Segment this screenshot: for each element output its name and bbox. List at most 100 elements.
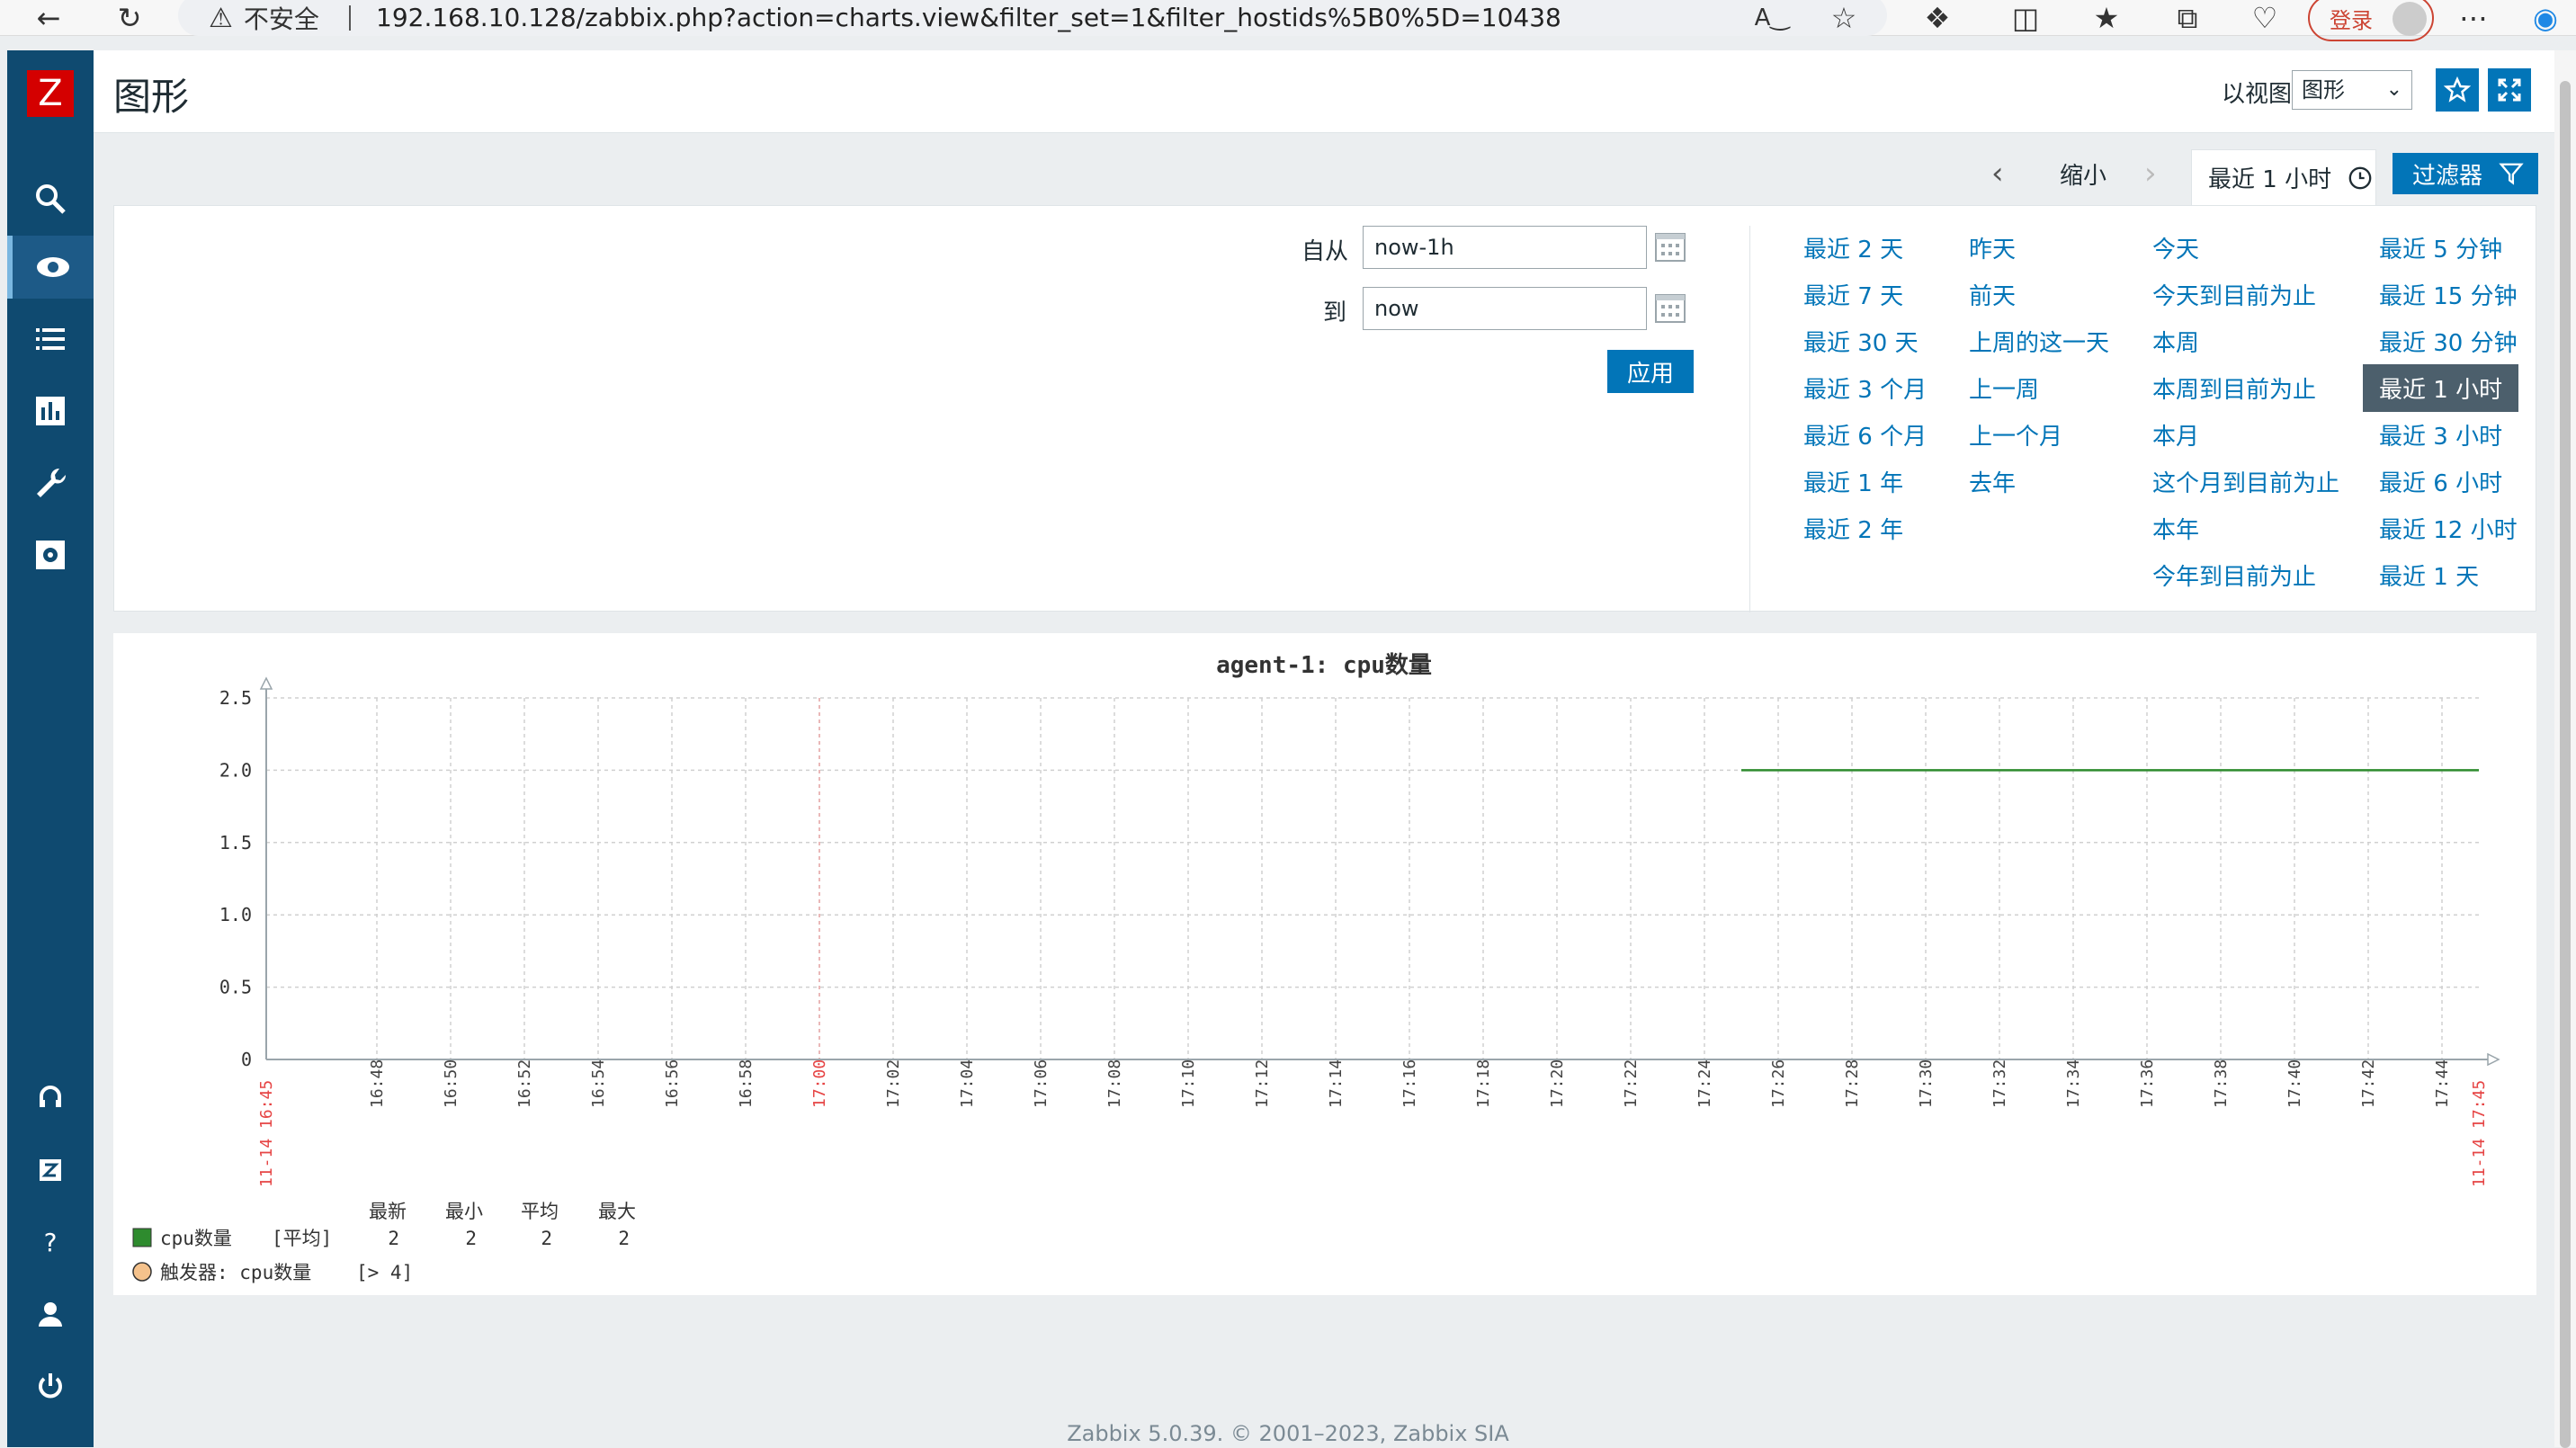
copilot-icon[interactable]: ◉ (2527, 0, 2563, 36)
from-input[interactable]: now-1h (1363, 226, 1647, 269)
quick-range-link[interactable]: 本月 (2152, 418, 2199, 451)
y-tick-label: 1.5 (219, 832, 252, 854)
x-tick-label: 16:58 (737, 1059, 756, 1108)
x-tick-label: 17:22 (1622, 1059, 1641, 1108)
quick-range-link[interactable]: 今天 (2152, 231, 2199, 264)
quick-range-link[interactable]: 今年到目前为止 (2152, 559, 2316, 592)
quick-range-link[interactable]: 最近 6 个月 (1803, 418, 1927, 451)
quick-range-link[interactable]: 最近 30 分钟 (2379, 325, 2518, 358)
x-tick-label: 17:34 (2064, 1059, 2083, 1108)
y-axis-arrow (259, 676, 273, 690)
split-screen-icon[interactable]: ◫ (2008, 0, 2044, 36)
support-headset-icon[interactable] (7, 1067, 94, 1130)
inventory-list-icon[interactable] (7, 308, 94, 371)
reports-chart-icon[interactable] (7, 380, 94, 442)
quick-range-link[interactable]: 最近 7 天 (1803, 278, 1903, 311)
favorite-star-icon[interactable]: ☆ (1826, 0, 1862, 36)
quick-range-selected[interactable]: 最近 1 小时 (2363, 364, 2519, 412)
x-tick-label: 17:12 (1253, 1059, 1272, 1108)
view-as-select[interactable]: 图形 ⌄ (2292, 70, 2412, 110)
add-to-favorites-button[interactable] (2436, 68, 2479, 112)
monitoring-eye-icon[interactable] (7, 236, 94, 299)
quick-range-link[interactable]: 最近 3 个月 (1803, 371, 1927, 405)
read-aloud-icon[interactable]: A‿ (1754, 0, 1790, 36)
x-tick-label: 17:32 (1990, 1059, 2009, 1108)
legend-header-max: 最大 (598, 1201, 636, 1222)
quick-range-link[interactable]: 本年 (2152, 512, 2199, 545)
page-scrollbar[interactable] (2554, 50, 2576, 1448)
extensions-icon[interactable]: ❖ (1919, 0, 1955, 36)
quick-range-link[interactable]: 本周到目前为止 (2152, 371, 2316, 405)
browser-toolbar: ← ↻ ⚠ 不安全 192.168.10.128/zabbix.php?acti… (0, 0, 2576, 41)
legend-header-last: 最新 (369, 1201, 407, 1222)
chart-legend: 最新 最小 平均 最大 cpu数量 [平均] 2 2 2 2 触发器: cpu数… (132, 1201, 636, 1283)
apply-button[interactable]: 应用 (1607, 350, 1694, 393)
quick-range-link[interactable]: 昨天 (1969, 231, 2016, 264)
quick-range-link[interactable]: 最近 1 年 (1803, 465, 1903, 498)
security-warning[interactable]: ⚠ 不安全 (209, 0, 319, 36)
quick-range-link[interactable]: 今天到目前为止 (2152, 278, 2316, 311)
url-text[interactable]: 192.168.10.128/zabbix.php?action=charts.… (376, 0, 1561, 36)
warning-icon: ⚠ (209, 2, 233, 34)
quick-range-link[interactable]: 最近 15 分钟 (2379, 278, 2518, 311)
zabbix-logo[interactable]: Z (27, 70, 74, 117)
configuration-wrench-icon[interactable] (7, 451, 94, 514)
quick-range-link[interactable]: 最近 30 天 (1803, 325, 1919, 358)
page-title: 图形 (113, 75, 190, 119)
time-filter-panel: 自从 now-1h 到 now 应用 最近 2 天 最近 7 天 最近 30 天… (113, 205, 2536, 612)
time-period-tab[interactable]: 最近 1 小时 (2191, 149, 2376, 205)
legend-value-last: 2 (388, 1228, 399, 1249)
reload-icon[interactable]: ↻ (112, 0, 148, 36)
cpu-graph[interactable]: agent-1: cpu数量 0 0.5 1.0 1.5 2.0 2.5 11-14 16:… (113, 633, 2536, 1295)
x-tick-label: 17:10 (1179, 1059, 1198, 1108)
x-tick-label: 17:26 (1769, 1059, 1788, 1108)
quick-range-link[interactable]: 最近 1 天 (2379, 559, 2479, 592)
quick-range-link[interactable]: 上周的这一天 (1969, 325, 2109, 358)
x-tick-label: 17:28 (1843, 1059, 1862, 1108)
zabbix-share-icon[interactable] (7, 1139, 94, 1202)
favorites-icon[interactable]: ★ (2089, 0, 2124, 36)
quick-range-link[interactable]: 最近 12 小时 (2379, 512, 2518, 545)
scrollbar-thumb[interactable] (2560, 81, 2571, 1448)
avatar (2393, 2, 2427, 36)
from-calendar-icon[interactable] (1654, 229, 1686, 264)
to-input[interactable]: now (1363, 287, 1647, 330)
quick-range-link[interactable]: 最近 6 小时 (2379, 465, 2502, 498)
y-tick-label: 1.0 (219, 904, 252, 925)
quick-range-link[interactable]: 去年 (1969, 465, 2016, 498)
quick-range-link[interactable]: 最近 5 分钟 (2379, 231, 2502, 264)
quick-range-link[interactable]: 这个月到目前为止 (2152, 465, 2339, 498)
quick-range-link[interactable]: 上一个月 (1969, 418, 2062, 451)
search-icon[interactable] (7, 167, 94, 230)
legend-trigger-name: 触发器: cpu数量 (160, 1262, 311, 1283)
quick-range-link[interactable]: 最近 2 天 (1803, 231, 1903, 264)
previous-period-button[interactable]: ‹ (1991, 147, 2004, 200)
zoom-out-button[interactable]: 缩小 (2060, 147, 2106, 200)
x-tick-label: 16:56 (663, 1059, 682, 1108)
browser-essentials-icon[interactable]: ♡ (2247, 0, 2283, 36)
quick-range-link[interactable]: 最近 2 年 (1803, 512, 1903, 545)
filter-button[interactable]: 过滤器 (2393, 153, 2538, 194)
collections-icon[interactable]: ⧉ (2169, 0, 2205, 36)
url-separator (349, 5, 351, 31)
quick-range-link[interactable]: 上一周 (1969, 371, 2039, 405)
x-tick-label: 17:42 (2359, 1059, 2378, 1108)
user-profile-icon[interactable] (7, 1283, 94, 1345)
login-button[interactable]: 登录 (2308, 0, 2434, 41)
quick-range-link[interactable]: 前天 (1969, 278, 2016, 311)
quick-range-link[interactable]: 本周 (2152, 325, 2199, 358)
view-as-label: 以视图 (2222, 81, 2293, 108)
x-axis-arrow (2487, 1052, 2500, 1067)
chart-grid (266, 697, 2479, 1059)
from-label: 自从 (1301, 238, 1349, 265)
quick-range-link[interactable]: 最近 3 小时 (2379, 418, 2502, 451)
fullscreen-button[interactable] (2488, 68, 2531, 112)
sign-out-power-icon[interactable] (7, 1354, 94, 1417)
back-arrow-icon[interactable]: ← (31, 0, 67, 36)
to-calendar-icon[interactable] (1654, 290, 1686, 325)
next-period-button[interactable]: › (2144, 147, 2157, 200)
more-options-icon[interactable]: ⋯ (2455, 0, 2491, 36)
svg-text:?: ? (44, 1228, 58, 1257)
help-icon[interactable]: ? (7, 1211, 94, 1274)
administration-gear-icon[interactable] (7, 523, 94, 586)
